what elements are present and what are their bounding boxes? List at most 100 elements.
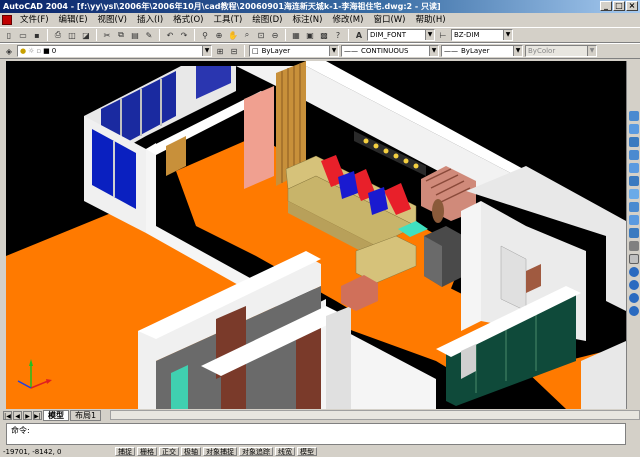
- osnap-toggle[interactable]: 对象捕捉: [203, 447, 237, 456]
- menu-format[interactable]: 格式(O): [168, 13, 208, 27]
- sphere-icon[interactable]: [628, 267, 639, 277]
- dim-style-icon[interactable]: ⊢: [437, 29, 449, 41]
- drawing-area[interactable]: [6, 61, 626, 409]
- snap-toggle[interactable]: 捕捉: [115, 447, 135, 456]
- color-select[interactable]: □ ByLayer ▼: [249, 45, 339, 57]
- toolbar-separator: [96, 29, 97, 41]
- tab-model[interactable]: 模型: [43, 409, 69, 421]
- make-layer-current-icon[interactable]: ⊞: [214, 45, 226, 57]
- toolbar-separator: [244, 45, 245, 57]
- chevron-down-icon: ▼: [329, 46, 338, 56]
- view-left-icon[interactable]: [628, 137, 639, 147]
- minimize-button[interactable]: _: [600, 1, 612, 11]
- wall-right-front: [461, 201, 481, 331]
- sphere-icon[interactable]: [628, 280, 639, 290]
- design-center-icon[interactable]: ▣: [304, 29, 316, 41]
- view-bottom-icon[interactable]: [628, 124, 639, 134]
- text-style-icon[interactable]: A: [353, 29, 365, 41]
- right-toolbar: [626, 61, 640, 409]
- save-icon[interactable]: ▪: [31, 29, 43, 41]
- preview-icon[interactable]: ◫: [66, 29, 78, 41]
- menu-window[interactable]: 窗口(W): [368, 13, 410, 27]
- layer-manager-icon[interactable]: ◈: [3, 45, 15, 57]
- view-top-icon[interactable]: [628, 111, 639, 121]
- iso-ne-icon[interactable]: [628, 215, 639, 225]
- tracking-icon[interactable]: ⊕: [213, 29, 225, 41]
- otrack-toggle[interactable]: 对象追踪: [239, 447, 273, 456]
- copy-icon[interactable]: ⧉: [115, 29, 127, 41]
- sun-icon: ☼: [28, 47, 35, 55]
- tab-layout1[interactable]: 布局1: [70, 409, 102, 421]
- wall-bottom-right: [581, 341, 626, 409]
- zoom-realtime-icon[interactable]: ⌕: [241, 29, 253, 41]
- cut-icon[interactable]: ✂: [101, 29, 113, 41]
- polar-toggle[interactable]: 极轴: [181, 447, 201, 456]
- new-icon[interactable]: ▯: [3, 29, 15, 41]
- ortho-toggle[interactable]: 正交: [159, 447, 179, 456]
- tab-prev-icon[interactable]: ◀: [13, 410, 22, 420]
- match-properties-icon[interactable]: ✎: [143, 29, 155, 41]
- menu-bar: 文件(F) 编辑(E) 视图(V) 插入(I) 格式(O) 工具(T) 绘图(D…: [0, 13, 640, 27]
- menu-insert[interactable]: 插入(I): [132, 13, 168, 27]
- lineweight-select[interactable]: —— ByLayer ▼: [441, 45, 523, 57]
- tool-palettes-icon[interactable]: ▩: [318, 29, 330, 41]
- publish-icon[interactable]: ◪: [80, 29, 92, 41]
- view-back-icon[interactable]: [628, 176, 639, 186]
- command-prompt: 命令:: [11, 426, 30, 435]
- menu-draw[interactable]: 绘图(D): [247, 13, 287, 27]
- undo-icon[interactable]: ↶: [164, 29, 176, 41]
- text-style-value: DIM_FONT: [370, 31, 407, 39]
- menu-tools[interactable]: 工具(T): [208, 13, 247, 27]
- maximize-button[interactable]: □: [613, 1, 625, 11]
- layer-previous-icon[interactable]: ⊟: [228, 45, 240, 57]
- properties-icon[interactable]: ▦: [290, 29, 302, 41]
- line-preview-icon: ——: [444, 47, 458, 55]
- cube-icon[interactable]: [628, 254, 639, 264]
- paste-icon[interactable]: ▤: [129, 29, 141, 41]
- zoom-previous-icon[interactable]: ⊖: [269, 29, 281, 41]
- pan-icon[interactable]: ✋: [227, 29, 239, 41]
- status-bar: -19701, -8142, 0 捕捉 栅格 正交 极轴 对象捕捉 对象追踪 线…: [0, 446, 640, 457]
- color-value: ByLayer: [261, 47, 291, 55]
- redo-icon[interactable]: ↷: [178, 29, 190, 41]
- linetype-value: CONTINUOUS: [361, 47, 409, 55]
- chevron-down-icon: ▼: [503, 30, 512, 40]
- linetype-select[interactable]: —— CONTINUOUS ▼: [341, 45, 439, 57]
- wall-front-right: [326, 306, 351, 409]
- tab-last-icon[interactable]: ▶|: [33, 410, 42, 420]
- hyperlink-icon[interactable]: ⚲: [199, 29, 211, 41]
- iso-sw-icon[interactable]: [628, 189, 639, 199]
- view-right-icon[interactable]: [628, 150, 639, 160]
- autocad-icon[interactable]: [2, 15, 12, 25]
- tab-next-icon[interactable]: ▶: [23, 410, 32, 420]
- dim-style-select[interactable]: BZ-DIM ▼: [451, 29, 513, 41]
- iso-nw-icon[interactable]: [628, 228, 639, 238]
- help-icon[interactable]: ?: [332, 29, 344, 41]
- command-line[interactable]: 命令:: [6, 423, 626, 445]
- open-icon[interactable]: ▭: [17, 29, 29, 41]
- tab-first-icon[interactable]: |◀: [3, 410, 12, 420]
- view-front-icon[interactable]: [628, 163, 639, 173]
- horizontal-scrollbar[interactable]: [110, 410, 640, 420]
- close-button[interactable]: ×: [626, 1, 638, 11]
- lineweight-toggle[interactable]: 线宽: [275, 447, 295, 456]
- text-style-select[interactable]: DIM_FONT ▼: [367, 29, 435, 41]
- menu-view[interactable]: 视图(V): [93, 13, 132, 27]
- sphere-icon[interactable]: [628, 306, 639, 316]
- zoom-window-icon[interactable]: ⊡: [255, 29, 267, 41]
- line-preview-icon: ——: [344, 47, 358, 55]
- menu-file[interactable]: 文件(F): [15, 13, 54, 27]
- sphere-icon[interactable]: [628, 293, 639, 303]
- print-icon[interactable]: ⎙: [52, 29, 64, 41]
- 3d-orbit-icon[interactable]: [628, 241, 639, 251]
- layer-select[interactable]: ● ☼ ▫ ■ 0 ▼: [17, 45, 212, 57]
- grid-toggle[interactable]: 栅格: [137, 447, 157, 456]
- menu-modify[interactable]: 修改(M): [327, 13, 368, 27]
- menu-dimension[interactable]: 标注(N): [287, 13, 327, 27]
- lock-icon: ▫: [36, 47, 42, 55]
- model-toggle[interactable]: 模型: [297, 447, 317, 456]
- menu-edit[interactable]: 编辑(E): [54, 13, 93, 27]
- toolbar-separator: [47, 29, 48, 41]
- menu-help[interactable]: 帮助(H): [411, 13, 451, 27]
- iso-se-icon[interactable]: [628, 202, 639, 212]
